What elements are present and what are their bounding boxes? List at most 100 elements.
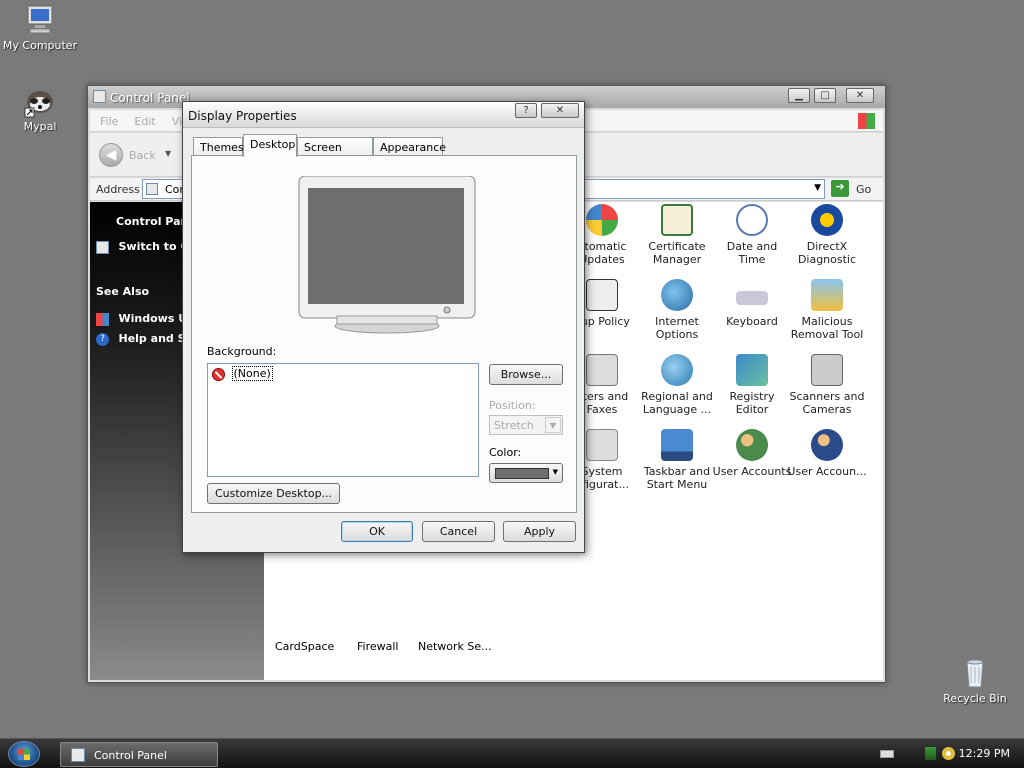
menu-edit[interactable]: Edit	[124, 110, 161, 128]
customize-desktop-button[interactable]: Customize Desktop...	[207, 483, 340, 504]
cp-item-cardspace[interactable]: CardSpace	[275, 640, 334, 653]
color-label: Color:	[489, 446, 522, 459]
browse-button[interactable]: Browse...	[489, 364, 563, 385]
position-label: Position:	[489, 399, 536, 412]
desktop-tab-panel: Background: (None) Browse... Position: S…	[191, 155, 577, 513]
cp-item-date-time[interactable]: Date and Time	[712, 204, 792, 266]
cp-item-label: Regional and Language ...	[641, 390, 713, 416]
chevron-down-icon[interactable]: ▼	[165, 149, 171, 158]
cp-item-keyboard[interactable]: Keyboard	[712, 279, 792, 328]
camera-icon	[811, 354, 843, 386]
desktop-icon-label: Recycle Bin	[943, 692, 1007, 705]
desktop-icon-mypal[interactable]: Mypal	[0, 84, 80, 133]
cp-item-label: User Accounts	[712, 465, 792, 478]
cp-item-network-setup[interactable]: Network Se...	[418, 640, 492, 653]
background-list[interactable]: (None)	[207, 363, 479, 477]
cancel-button[interactable]: Cancel	[422, 521, 495, 542]
monitor-icon	[298, 175, 476, 334]
taskbar-item-control-panel[interactable]: Control Panel	[60, 742, 218, 767]
taskbar-icon	[661, 429, 693, 461]
none-icon	[212, 367, 225, 381]
mypal-icon	[23, 84, 57, 118]
directx-icon	[811, 204, 843, 236]
menu-file[interactable]: File	[90, 110, 124, 128]
cp-item-label: Keyboard	[726, 315, 778, 328]
monitor-preview	[297, 175, 477, 339]
back-button[interactable]: ◀ Back ▼	[99, 143, 179, 167]
back-arrow-icon: ◀	[99, 143, 123, 167]
tab-screen-saver[interactable]: Screen Saver	[297, 137, 373, 167]
cp-item-user-accounts-2[interactable]: User Accoun...	[787, 429, 867, 478]
cp-item-label: Registry Editor	[729, 390, 775, 416]
registry-icon	[736, 354, 768, 386]
tab-desktop[interactable]: Desktop	[243, 134, 297, 157]
position-value: Stretch	[494, 419, 534, 432]
cp-item-user-accounts[interactable]: User Accounts	[712, 429, 792, 478]
printer-icon	[586, 354, 618, 386]
minimize-button[interactable]: ▁	[788, 88, 810, 103]
chevron-down-icon: ▼	[545, 417, 561, 433]
cp-item-directx-diagnostic[interactable]: DirectX Diagnostic	[787, 204, 867, 266]
back-label: Back	[129, 149, 156, 162]
address-label: Address	[96, 183, 140, 196]
list-item-label: (None)	[231, 366, 273, 381]
help-icon: ?	[96, 332, 109, 346]
taskbar: Control Panel 12:29 PM	[0, 738, 1024, 768]
keyboard-icon[interactable]	[880, 750, 894, 758]
cp-item-label: Scanners and Cameras	[789, 390, 865, 416]
recycle-bin-icon	[958, 656, 992, 690]
volume-icon[interactable]	[942, 747, 955, 760]
ok-button[interactable]: OK	[341, 521, 413, 542]
cp-item-scanners-cameras[interactable]: Scanners and Cameras	[787, 354, 867, 416]
go-button[interactable]: ➔ Go	[831, 180, 877, 199]
cp-item-firewall[interactable]: Firewall	[357, 640, 398, 653]
users-icon	[736, 429, 768, 461]
windows-logo-icon	[858, 113, 875, 129]
cp-item-regional-language[interactable]: Regional and Language ...	[637, 354, 717, 416]
control-panel-icon	[146, 183, 158, 195]
background-label: Background:	[207, 345, 277, 358]
cp-item-taskbar-start-menu[interactable]: Taskbar and Start Menu	[637, 429, 717, 491]
tab-themes[interactable]: Themes	[193, 137, 244, 156]
cp-item-label: User Accoun...	[787, 465, 867, 478]
cp-item-internet-options[interactable]: Internet Options	[637, 279, 717, 341]
cp-item-registry-editor[interactable]: Registry Editor	[712, 354, 792, 416]
close-button[interactable]: ✕	[846, 88, 874, 103]
windows-update-icon	[96, 312, 109, 326]
windows-update-icon	[586, 204, 618, 236]
maximize-button[interactable]: □	[814, 88, 836, 103]
desktop-icon-my-computer[interactable]: My Computer	[0, 3, 80, 52]
chevron-down-icon[interactable]: ▼	[814, 183, 821, 193]
close-button[interactable]: ✕	[541, 103, 579, 118]
start-button[interactable]	[8, 741, 40, 767]
display-properties-dialog: Display Properties ? ✕ Themes Desktop Sc…	[182, 101, 585, 553]
control-panel-icon	[96, 240, 109, 254]
user-key-icon	[811, 429, 843, 461]
computer-icon	[23, 3, 57, 37]
clock-icon	[736, 204, 768, 236]
color-picker-button[interactable]: ▼	[489, 463, 563, 483]
switch-view-link[interactable]: Switch to Ca	[96, 240, 196, 254]
cp-item-label: Date and Time	[726, 240, 778, 266]
network-icon[interactable]	[925, 747, 936, 760]
desktop-icon-recycle-bin[interactable]: Recycle Bin	[935, 656, 1015, 705]
see-also-heading: See Also	[96, 285, 150, 298]
cp-item-malicious-removal-tool[interactable]: Malicious Removal Tool	[787, 279, 867, 341]
color-swatch	[495, 468, 549, 479]
desktop-icon-label: Mypal	[23, 120, 57, 133]
globe-icon	[661, 279, 693, 311]
position-select[interactable]: Stretch ▼	[489, 415, 563, 435]
taskbar-clock[interactable]: 12:29 PM	[959, 747, 1010, 760]
tab-appearance[interactable]: Appearance	[373, 137, 446, 156]
windows-logo-icon	[18, 749, 30, 760]
cp-item-label: Malicious Removal Tool	[790, 315, 864, 341]
help-button[interactable]: ?	[515, 103, 537, 118]
cp-item-certificate-manager[interactable]: Certificate Manager	[637, 204, 717, 266]
window-title: Control Panel	[110, 91, 190, 105]
apply-button[interactable]: Apply	[503, 521, 576, 542]
dialog-title-bar[interactable]: Display Properties ? ✕	[183, 102, 584, 128]
keyboard-icon	[736, 291, 768, 305]
windows-update-link[interactable]: Windows Up	[96, 312, 195, 326]
list-item[interactable]: (None)	[212, 366, 273, 381]
dialog-title: Display Properties	[188, 109, 297, 123]
